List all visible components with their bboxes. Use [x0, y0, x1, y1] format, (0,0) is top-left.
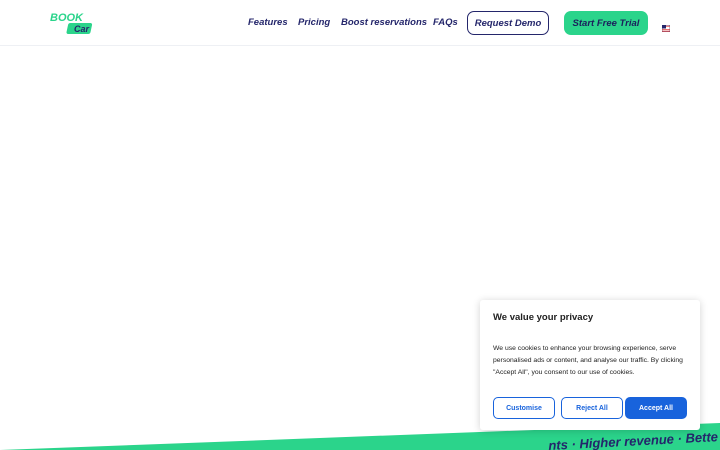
nav-boost-reservations[interactable]: Boost reservations: [341, 16, 427, 30]
customise-button[interactable]: Customise: [493, 397, 555, 419]
nav-features[interactable]: Features: [248, 16, 288, 30]
logo-line2: Car: [74, 24, 90, 34]
reject-all-button[interactable]: Reject All: [561, 397, 623, 419]
start-free-trial-button[interactable]: Start Free Trial: [564, 11, 648, 35]
logo-line1: BOOK: [50, 12, 84, 24]
cookie-consent-dialog: We value your privacy We use cookies to …: [480, 300, 700, 430]
accept-all-button[interactable]: Accept All: [625, 397, 687, 419]
cookie-description: We use cookies to enhance your browsing …: [493, 345, 683, 376]
request-demo-button[interactable]: Request Demo: [467, 11, 549, 35]
cookie-title: We value your privacy: [493, 312, 594, 323]
site-header: BOOK Car Features Pricing Boost reservat…: [0, 0, 720, 46]
nav-pricing[interactable]: Pricing: [298, 16, 330, 30]
flag-icon[interactable]: [661, 19, 671, 33]
bookcar-logo[interactable]: BOOK Car: [50, 11, 96, 35]
nav-faqs[interactable]: FAQs: [433, 16, 458, 30]
